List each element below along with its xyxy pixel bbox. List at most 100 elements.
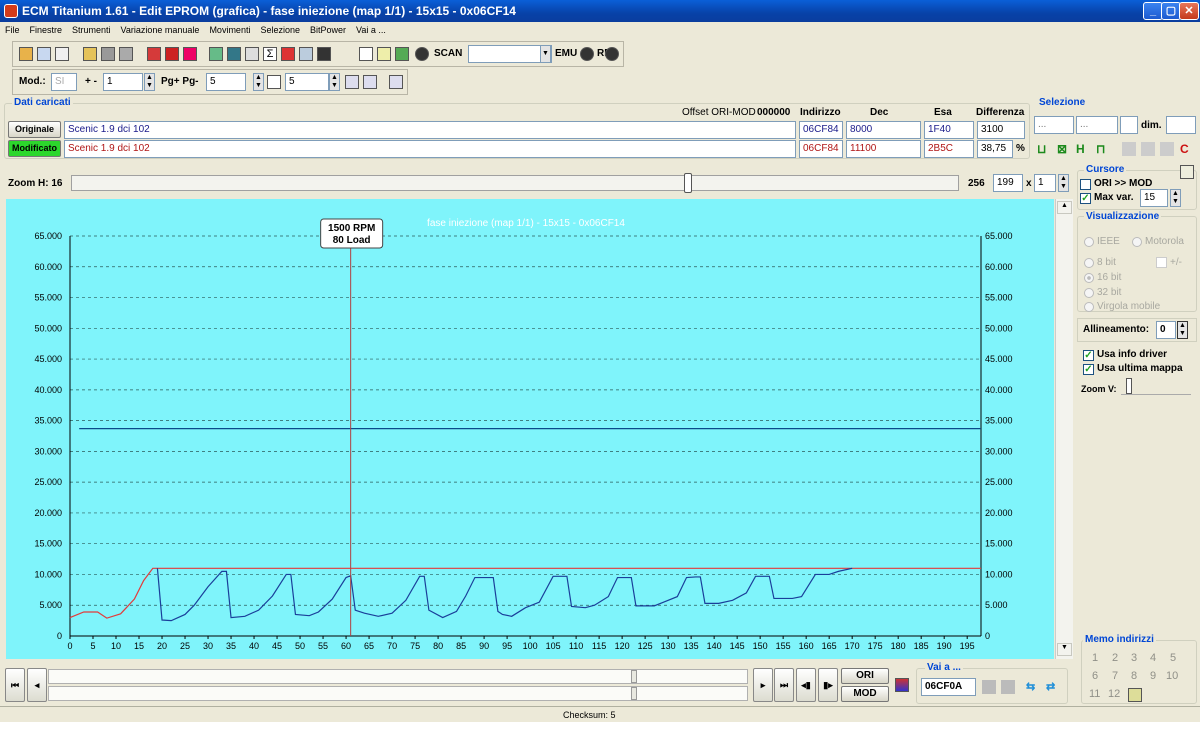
memo-6[interactable]: 6 [1092,670,1098,682]
memo-11[interactable]: 11 [1089,688,1100,700]
mod-hscroll[interactable] [48,686,748,701]
map-icon[interactable] [227,47,241,61]
text-icon[interactable] [359,47,373,61]
cut-icon[interactable] [1160,142,1174,156]
ori-hscroll-thumb[interactable] [631,670,637,683]
swap-left-icon[interactable]: ⇆ [1026,680,1040,694]
memo-8[interactable]: 8 [1131,670,1137,682]
chevron-down-icon[interactable]: ▼ [540,45,551,63]
max-var-stepper[interactable]: ▲ ▼ [1170,189,1181,207]
save-all-icon[interactable] [119,47,133,61]
usa-driver-checkbox[interactable]: ✓ [1083,350,1094,361]
dim-field[interactable] [1166,116,1196,134]
zoom-h-track[interactable] [71,175,959,191]
allineamento-field[interactable]: 0 [1156,321,1176,339]
memo-12[interactable]: 12 [1108,688,1120,700]
checksum-icon[interactable] [183,47,197,61]
plusminus-field[interactable]: 1 [103,73,143,91]
vertical-scrollbar[interactable]: ▲ ▼ [1055,199,1073,659]
chart-area[interactable]: 65.000 65.000 60.000 60.000 55.000 55.000 50.0… [6,199,1054,659]
selezione-extra[interactable] [1120,116,1138,134]
save-icon[interactable] [101,47,115,61]
vai-field[interactable]: 06CF0A [921,678,976,696]
ori-button[interactable]: ORI [841,668,889,684]
memo-1[interactable]: 1 [1092,652,1098,664]
menu-selezione[interactable]: Selezione [255,22,305,39]
mod-hscroll-thumb[interactable] [631,687,637,700]
swap-right-icon[interactable]: ⇄ [1046,680,1060,694]
home-icon[interactable] [19,47,33,61]
table-icon[interactable] [389,75,403,89]
write-icon[interactable] [245,47,259,61]
next-page-icon[interactable]: ▸ [753,668,773,702]
modificato-button[interactable]: Modificato [8,140,61,157]
paste-icon[interactable] [1141,142,1155,156]
ori-hscroll[interactable] [48,669,748,684]
copy-icon[interactable] [1122,142,1136,156]
plusminus-stepper[interactable]: ▲ ▼ [144,73,155,91]
first-page-icon[interactable]: ⏮ [5,668,25,702]
scan-record-icon[interactable] [415,47,429,61]
memo-2[interactable]: 2 [1112,652,1118,664]
goto-ori-icon[interactable] [982,680,996,694]
p-stepper[interactable]: ▲ ▼ [329,73,340,91]
mod-button[interactable]: MOD [841,686,889,702]
mod-field[interactable]: SI [51,73,77,91]
menu-vai[interactable]: Vai a ... [351,22,391,39]
arrow-icon[interactable] [281,47,295,61]
memo-7[interactable]: 7 [1112,670,1118,682]
grid-icon[interactable] [345,75,359,89]
pg-field[interactable]: 5 [206,73,246,91]
menu-strumenti[interactable]: Strumenti [67,22,116,39]
sigma-icon[interactable]: Σ [263,47,277,61]
step-back-icon[interactable]: ◂▮ [796,668,816,702]
run-icon[interactable] [395,47,409,61]
close-button[interactable]: ✕ [1179,2,1199,20]
originale-button[interactable]: Originale [8,121,61,138]
rec-icon[interactable] [605,47,619,61]
max-var-checkbox[interactable]: ✓ [1080,193,1091,204]
memo-4[interactable]: 4 [1150,652,1156,664]
maximize-button[interactable]: ▢ [1161,2,1181,20]
scroll-down-icon[interactable]: ▼ [1057,643,1072,656]
max-var-field[interactable]: 15 [1140,189,1168,207]
lock-icon[interactable] [377,47,391,61]
32bit-radio[interactable] [1084,288,1094,298]
memo-3[interactable]: 3 [1131,652,1137,664]
usa-mappa-checkbox[interactable]: ✓ [1083,364,1094,375]
minimize-button[interactable]: _ [1143,2,1163,20]
flag-icon[interactable] [895,678,909,692]
sel-end-icon[interactable]: ⊓ [1096,142,1110,156]
8bit-radio[interactable] [1084,258,1094,268]
sel-mid-icon[interactable]: ⊠ [1057,142,1071,156]
emu-icon[interactable] [580,47,594,61]
zoom-factor[interactable]: 1 [1034,174,1056,192]
menu-variazione[interactable]: Variazione manuale [116,22,205,39]
sel-h-icon[interactable]: H [1076,142,1090,156]
menu-file[interactable]: File [0,22,25,39]
hex-icon[interactable] [363,75,377,89]
lock-icon[interactable] [1180,165,1194,179]
selezione-start[interactable]: ... [1034,116,1074,134]
memo-9[interactable]: 9 [1150,670,1156,682]
zoom-v-thumb[interactable] [1126,378,1132,394]
goto-mod-icon[interactable] [1001,680,1015,694]
chart-icon[interactable] [299,47,313,61]
menu-bitpower[interactable]: BitPower [305,22,351,39]
p-field[interactable]: 5 [285,73,329,91]
motorola-radio[interactable] [1132,237,1142,247]
page-p-icon[interactable] [267,75,281,89]
open-folder-icon[interactable] [83,47,97,61]
ieee-radio[interactable] [1084,237,1094,247]
scroll-up-icon[interactable]: ▲ [1057,201,1072,214]
menu-movimenti[interactable]: Movimenti [204,22,255,39]
prev-page-icon[interactable]: ◂ [27,668,47,702]
plusminus-checkbox[interactable] [1156,257,1167,268]
zoom-stepper[interactable]: ▲ ▼ [1058,174,1069,192]
menu-finestre[interactable]: Finestre [25,22,68,39]
memo-save-icon[interactable] [1128,688,1142,702]
last-page-icon[interactable]: ⏭ [774,668,794,702]
compare-icon[interactable] [165,47,179,61]
page-icon[interactable] [55,47,69,61]
reset-icon[interactable]: C [1180,142,1194,156]
